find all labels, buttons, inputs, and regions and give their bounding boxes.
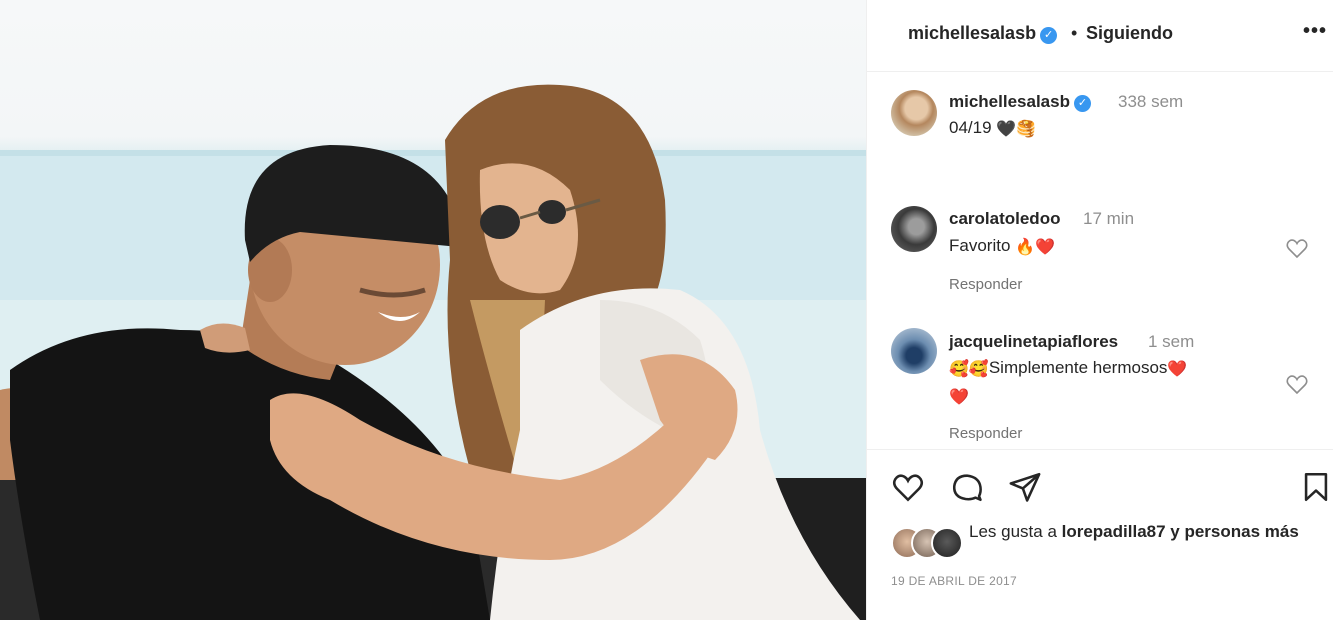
- caption-time[interactable]: 338 sem: [1118, 92, 1183, 112]
- verified-badge-icon: ✓: [1040, 27, 1058, 44]
- comment-emojis: ❤️: [1167, 361, 1188, 378]
- likes-summary: Les gusta a lorepadilla87 y personas más: [969, 519, 1319, 545]
- more-options-icon[interactable]: •••: [1303, 20, 1327, 43]
- comment-time[interactable]: 17 min: [1083, 209, 1134, 229]
- likes-others-link[interactable]: y personas más: [1166, 522, 1299, 541]
- comment-text: Favorito 🔥❤️: [949, 233, 1055, 261]
- comment-text-value: Favorito: [949, 236, 1011, 255]
- post-side-panel: michellesalasb ✓ • Siguiendo ••• michelle…: [866, 0, 1333, 620]
- horizon-line: [0, 150, 866, 156]
- header-separator: •: [1071, 23, 1078, 43]
- avatar: [931, 527, 963, 559]
- comment-emojis: 🔥❤️: [1015, 239, 1055, 256]
- bookmark-icon[interactable]: [1299, 470, 1333, 504]
- caption-text: 04/19 🖤🥞: [949, 115, 1036, 143]
- reply-button[interactable]: Responder: [949, 425, 1022, 442]
- avatar[interactable]: [891, 206, 937, 252]
- header-username[interactable]: michellesalasb ✓: [908, 23, 1058, 44]
- comment-bubble-icon[interactable]: [950, 470, 984, 504]
- following-button[interactable]: Siguiendo: [1086, 23, 1173, 44]
- header-username-text[interactable]: michellesalasb: [908, 23, 1036, 43]
- heart-outline-icon[interactable]: [1285, 236, 1309, 260]
- reply-button[interactable]: Responder: [949, 276, 1022, 293]
- comment-text: 🥰🥰Simplemente hermosos❤️ ❤️: [949, 355, 1249, 411]
- caption-username[interactable]: michellesalasb ✓: [949, 92, 1091, 112]
- post-date[interactable]: 19 DE ABRIL DE 2017: [891, 574, 1017, 588]
- likes-user-link[interactable]: lorepadilla87: [1062, 522, 1166, 541]
- heart-outline-icon[interactable]: [891, 470, 925, 504]
- comment-text-value: Simplemente hermosos: [988, 358, 1168, 377]
- liker-avatars[interactable]: [891, 527, 963, 559]
- actions-divider: [867, 449, 1333, 450]
- heart-outline-icon[interactable]: [1285, 372, 1309, 396]
- post-photo[interactable]: [0, 0, 866, 620]
- photo-illustration: [0, 84, 866, 620]
- verified-badge-icon: ✓: [1073, 95, 1091, 112]
- comment-username[interactable]: jacquelinetapiaflores: [949, 332, 1118, 352]
- share-paper-plane-icon[interactable]: [1008, 470, 1042, 504]
- woman-hand-shoulder: [200, 323, 250, 353]
- comment-emoji-line2: ❤️: [949, 389, 969, 406]
- comment-emoji-prefix: 🥰🥰: [949, 361, 989, 378]
- caption-text-value: 04/19: [949, 118, 992, 137]
- avatar[interactable]: [891, 90, 937, 136]
- post-header: michellesalasb ✓ • Siguiendo •••: [867, 0, 1333, 72]
- caption-emojis: 🖤🥞: [996, 121, 1037, 138]
- likes-prefix: Les gusta a: [969, 522, 1062, 541]
- avatar[interactable]: [891, 328, 937, 374]
- comment-time[interactable]: 1 sem: [1148, 332, 1194, 352]
- comment-username[interactable]: carolatoledoo: [949, 209, 1060, 229]
- caption-username-text[interactable]: michellesalasb: [949, 92, 1070, 111]
